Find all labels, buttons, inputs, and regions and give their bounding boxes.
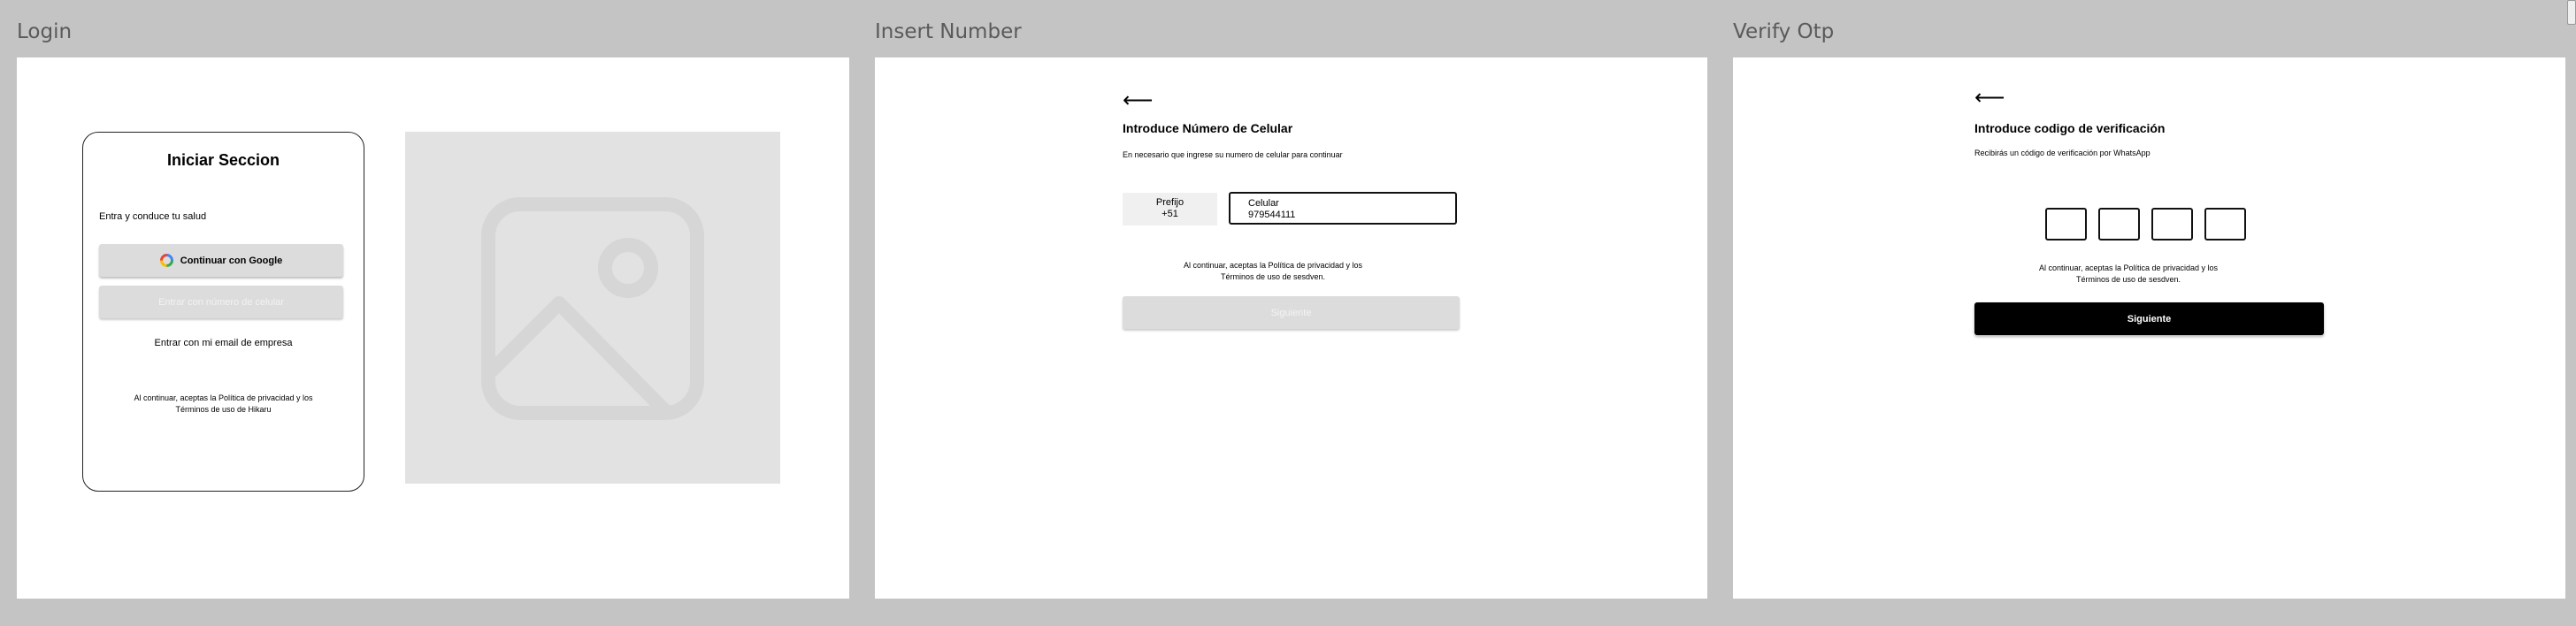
otp-digit-3[interactable] [2151, 208, 2193, 240]
prefix-value: +51 [1162, 209, 1178, 219]
frame-label-login: Login [17, 20, 73, 43]
frame-label-verify-otp: Verify Otp [1733, 20, 1835, 43]
login-card: Iniciar Seccion Entra y conduce tu salud… [82, 132, 364, 492]
next-button-disabled[interactable]: Siguiente [1123, 296, 1460, 329]
legal-line: Términos de uso de sesdven. [2075, 275, 2181, 284]
prefix-label: Prefijo [1155, 197, 1184, 208]
verify-otp-description: Recibirás un código de verificación por … [1974, 149, 2150, 157]
otp-digit-4[interactable] [2204, 208, 2246, 240]
arrow-left-icon[interactable]: ⟵ [1123, 89, 1153, 111]
verify-otp-legal-text: Al continuar, aceptas la Política de pri… [2018, 263, 2239, 286]
email-login-link[interactable]: Entrar con mi email de empresa [83, 338, 364, 348]
otp-digit-1[interactable] [2045, 208, 2087, 240]
scrollbar-handle[interactable] [2567, 0, 2576, 25]
legal-line: Al continuar, aceptas la Política de pri… [134, 393, 313, 402]
legal-line: Al continuar, aceptas la Política de pri… [2038, 263, 2219, 272]
otp-digit-2[interactable] [2098, 208, 2140, 240]
login-subtitle: Entra y conduce tu salud [99, 211, 207, 222]
next-button[interactable]: Siguiente [1974, 302, 2324, 335]
legal-line: Términos de uso de Hikaru [175, 405, 272, 414]
phone-value: 979544111 [1248, 210, 1296, 220]
phone-label: Celular [1248, 198, 1279, 209]
arrow-left-icon[interactable]: ⟵ [1974, 87, 2005, 108]
google-login-label: Continuar con Google [180, 255, 283, 266]
verify-otp-frame: ⟵ Introduce codigo de verificación Recib… [1733, 57, 2565, 599]
login-legal-text: Al continuar, aceptas la Política de pri… [110, 393, 337, 416]
login-title: Iniciar Seccion [166, 151, 280, 169]
google-icon [159, 254, 173, 267]
phone-field[interactable]: Celular 979544111 [1229, 192, 1457, 225]
phone-login-button[interactable]: Entrar con número de celular [99, 286, 343, 318]
frame-label-insert-number: Insert Number [875, 20, 1022, 43]
insert-number-description: En necesario que ingrese su numero de ce… [1123, 150, 1343, 159]
verify-otp-title: Introduce codigo de verificación [1974, 121, 2166, 135]
legal-line: Términos de uso de sesdven. [1220, 272, 1326, 281]
google-login-button[interactable]: Continuar con Google [99, 244, 343, 277]
image-placeholder [405, 132, 780, 484]
image-placeholder-icon [481, 197, 704, 420]
insert-number-title: Introduce Número de Celular [1123, 121, 1293, 135]
prefix-field[interactable]: Prefijo +51 [1123, 193, 1217, 225]
insert-number-legal-text: Al continuar, aceptas la Política de pri… [1140, 260, 1406, 283]
legal-line: Al continuar, aceptas la Política de pri… [1183, 261, 1363, 270]
login-frame: Iniciar Seccion Entra y conduce tu salud… [17, 57, 849, 599]
insert-number-frame: ⟵ Introduce Número de Celular En necesar… [875, 57, 1707, 599]
